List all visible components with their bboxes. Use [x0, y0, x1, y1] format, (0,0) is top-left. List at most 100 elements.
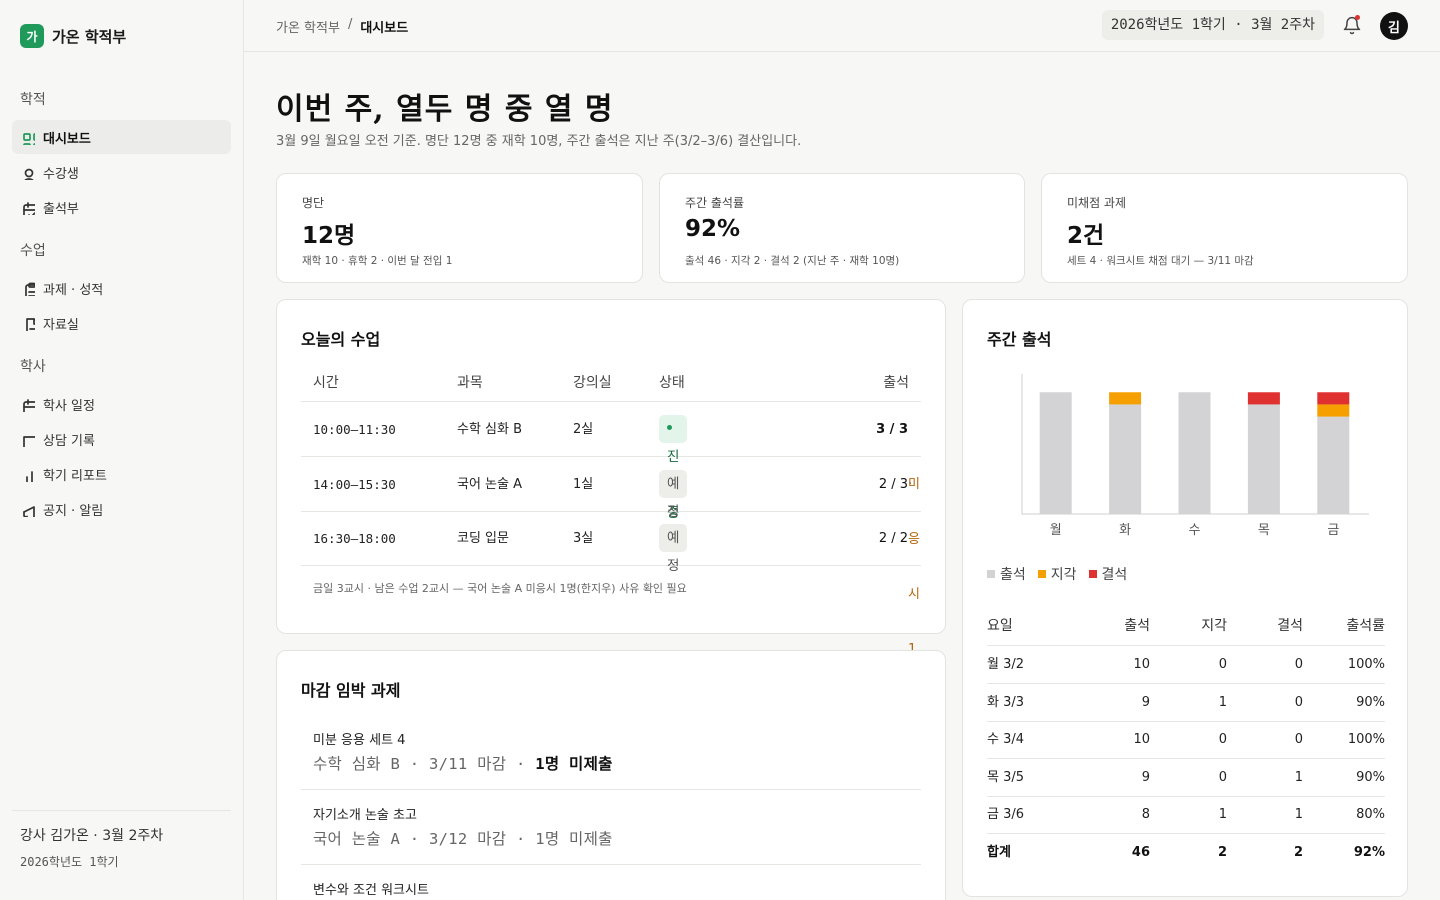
cell-present: 8	[1141, 807, 1150, 823]
table-row: 금 3/6 8 1 1 80%	[987, 796, 1385, 835]
class-attendance: 3 / 3	[876, 402, 908, 457]
stat-value: 12명	[302, 223, 356, 249]
cell-day: 합계	[987, 845, 1011, 860]
today-classes-header: 시간 과목 강의실 상태 출석	[301, 364, 921, 402]
table-row: 목 3/5 9 0 1 90%	[987, 759, 1385, 797]
topbar: 가온 학적부 / 대시보드 2026학년도 1학기 · 3월 2주차 김	[244, 0, 1440, 52]
x-tick-label: 월	[1050, 523, 1062, 538]
stat-label: 명단	[302, 196, 325, 210]
nav-section-title: 수업	[20, 243, 46, 259]
stat-card-attendance[interactable]: 주간 출석률 92% 출석 46 · 지각 2 · 결석 2 (지난 주 · 재…	[659, 173, 1025, 283]
x-tick-label: 화	[1119, 523, 1131, 538]
sidebar-item[interactable]: 학기 리포트	[12, 457, 231, 491]
sidebar-item[interactable]: 과제 · 성적	[12, 271, 231, 305]
bar-0-3	[1247, 404, 1280, 514]
cell-rate: 92%	[1353, 845, 1385, 860]
col-absent: 결석	[1277, 618, 1303, 634]
status-badge: 진행 중	[659, 415, 688, 521]
bar-2-4	[1317, 392, 1350, 405]
cell-rate: 100%	[1347, 657, 1385, 672]
cell-present: 9	[1141, 769, 1150, 785]
class-attendance: 2 / 3 · 미응시 1	[879, 457, 920, 657]
assignment-missing: 1명 미제출	[535, 830, 613, 848]
class-room: 1실	[573, 477, 594, 492]
stat-card-ungraded[interactable]: 미채점 과제 2건 세트 4 · 워크시트 채점 대기 — 3/11 마감	[1041, 173, 1408, 283]
class-time: 10:00–11:30	[313, 422, 396, 437]
legend-swatch	[987, 570, 995, 578]
col-day: 요일	[987, 618, 1013, 634]
sidebar-item[interactable]: 공지 · 알림	[12, 492, 231, 526]
cell-rate: 100%	[1347, 732, 1385, 748]
stat-card-roster[interactable]: 명단 12명 재학 10 · 휴학 2 · 이번 달 전입 1	[276, 173, 643, 283]
cell-day: 금 3/6	[987, 807, 1025, 823]
cell-absent: 1	[1294, 769, 1303, 785]
cell-late: 2	[1217, 845, 1227, 860]
table-row[interactable]: 10:00–11:30 수학 심화 B 2실 진행 중 3 / 3	[301, 402, 921, 521]
sidebar-item[interactable]: 상담 기록	[12, 422, 231, 456]
legend-item: 지각	[1037, 564, 1077, 584]
sidebar-item[interactable]: 대시보드	[12, 120, 231, 154]
stat-label: 미채점 과제	[1067, 196, 1127, 210]
assignment-due: 국어 논술 A · 3/12 마감 ·	[313, 830, 536, 848]
col-room: 강의실	[573, 375, 612, 391]
legend-swatch	[1037, 570, 1046, 578]
stat-label: 주간 출석률	[685, 196, 745, 210]
assignment-item[interactable]: 자기소개 논술 초고 국어 논술 A · 3/12 마감 · 1명 미제출	[301, 790, 921, 865]
sidebar-item-label: 상담 기록	[43, 433, 95, 449]
cell-present: 9	[1141, 694, 1150, 710]
calendar-check-icon	[23, 201, 35, 215]
sidebar-item-label: 공지 · 알림	[43, 503, 104, 519]
sidebar-item[interactable]: 수강생	[12, 155, 231, 189]
sidebar-item[interactable]: 자료실	[12, 306, 231, 340]
sidebar: 가 가온 학적부 학적 대시보드 수강생 출석부 수업 과제 · 성적 자료실 학사 학사 일정…	[0, 0, 244, 900]
assignment-due: 수학 심화 B · 3/11 마감 ·	[313, 755, 536, 773]
page-subtitle: 3월 9일 월요일 오전 기준. 명단 12명 중 재학 10명, 주간 출석은…	[276, 134, 802, 149]
brand[interactable]: 가 가온 학적부	[20, 24, 126, 48]
weekly-attendance-chart: 월화수목금	[1021, 374, 1369, 538]
cell-absent: 1	[1294, 807, 1303, 823]
bar-0-4	[1317, 416, 1350, 514]
class-room: 2실	[573, 422, 594, 437]
legend-label: 결석	[1101, 567, 1128, 583]
avatar[interactable]: 김	[1380, 12, 1408, 40]
attendance-count: 2 / 2	[878, 531, 908, 546]
stat-value: 92%	[685, 216, 741, 242]
weekly-attendance-card: 주간 출석 월화수목금 출석 지각 결석 요일 출석 지각 결석 출석률 월 3/2…	[962, 299, 1408, 897]
x-tick-label: 금	[1327, 523, 1339, 538]
sidebar-item[interactable]: 학사 일정	[12, 387, 231, 421]
term-pill[interactable]: 2026학년도 1학기 · 3월 2주차	[1101, 10, 1324, 40]
sidebar-item-label: 과제 · 성적	[43, 282, 104, 298]
stat-detail: 재학 10 · 휴학 2 · 이번 달 전입 1	[302, 255, 453, 267]
assignment-item[interactable]: 변수와 조건 워크시트	[301, 865, 921, 900]
cell-absent: 0	[1294, 732, 1303, 748]
assignment-missing: 1명 미제출	[535, 755, 613, 773]
table-row[interactable]: 16:30–18:00 코딩 입문 3실 예정 2 / 2	[301, 511, 921, 574]
bar-0-0	[1039, 392, 1072, 514]
bar-1-4	[1317, 404, 1350, 417]
nav-section-title: 학사	[20, 359, 46, 375]
breadcrumb: 가온 학적부 / 대시보드	[276, 17, 408, 36]
cell-present: 46	[1131, 845, 1150, 860]
attendance-missing: 미응시 1	[908, 477, 920, 657]
breadcrumb-root[interactable]: 가온 학적부	[276, 17, 340, 36]
sidebar-item-label: 학사 일정	[43, 398, 95, 414]
message-icon	[23, 435, 35, 447]
cell-absent: 0	[1294, 694, 1303, 710]
table-row[interactable]: 14:00–15:30국어 논술 A1실예정2 / 3 · 미응시 1	[301, 457, 921, 657]
cell-rate: 90%	[1356, 694, 1385, 710]
table-row: 월 3/2 10 0 0 100%	[987, 646, 1385, 684]
bar-0-2	[1178, 392, 1211, 514]
users-icon	[24, 168, 34, 180]
class-time: 14:00–15:30	[313, 477, 396, 492]
breadcrumb-current: 대시보드	[360, 21, 409, 36]
grid-icon	[23, 132, 35, 145]
x-tick-label: 수	[1189, 523, 1201, 538]
assignment-item[interactable]: 미분 응용 세트 4 수학 심화 B · 3/11 마감 · 1명 미제출	[301, 715, 921, 790]
col-status: 상태	[659, 375, 685, 391]
megaphone-icon	[23, 505, 35, 517]
legend-swatch	[1088, 570, 1097, 578]
sidebar-item[interactable]: 출석부	[12, 190, 231, 224]
class-subject: 코딩 입문	[457, 531, 509, 546]
cell-day: 화 3/3	[987, 694, 1025, 710]
cell-rate: 80%	[1356, 807, 1385, 823]
